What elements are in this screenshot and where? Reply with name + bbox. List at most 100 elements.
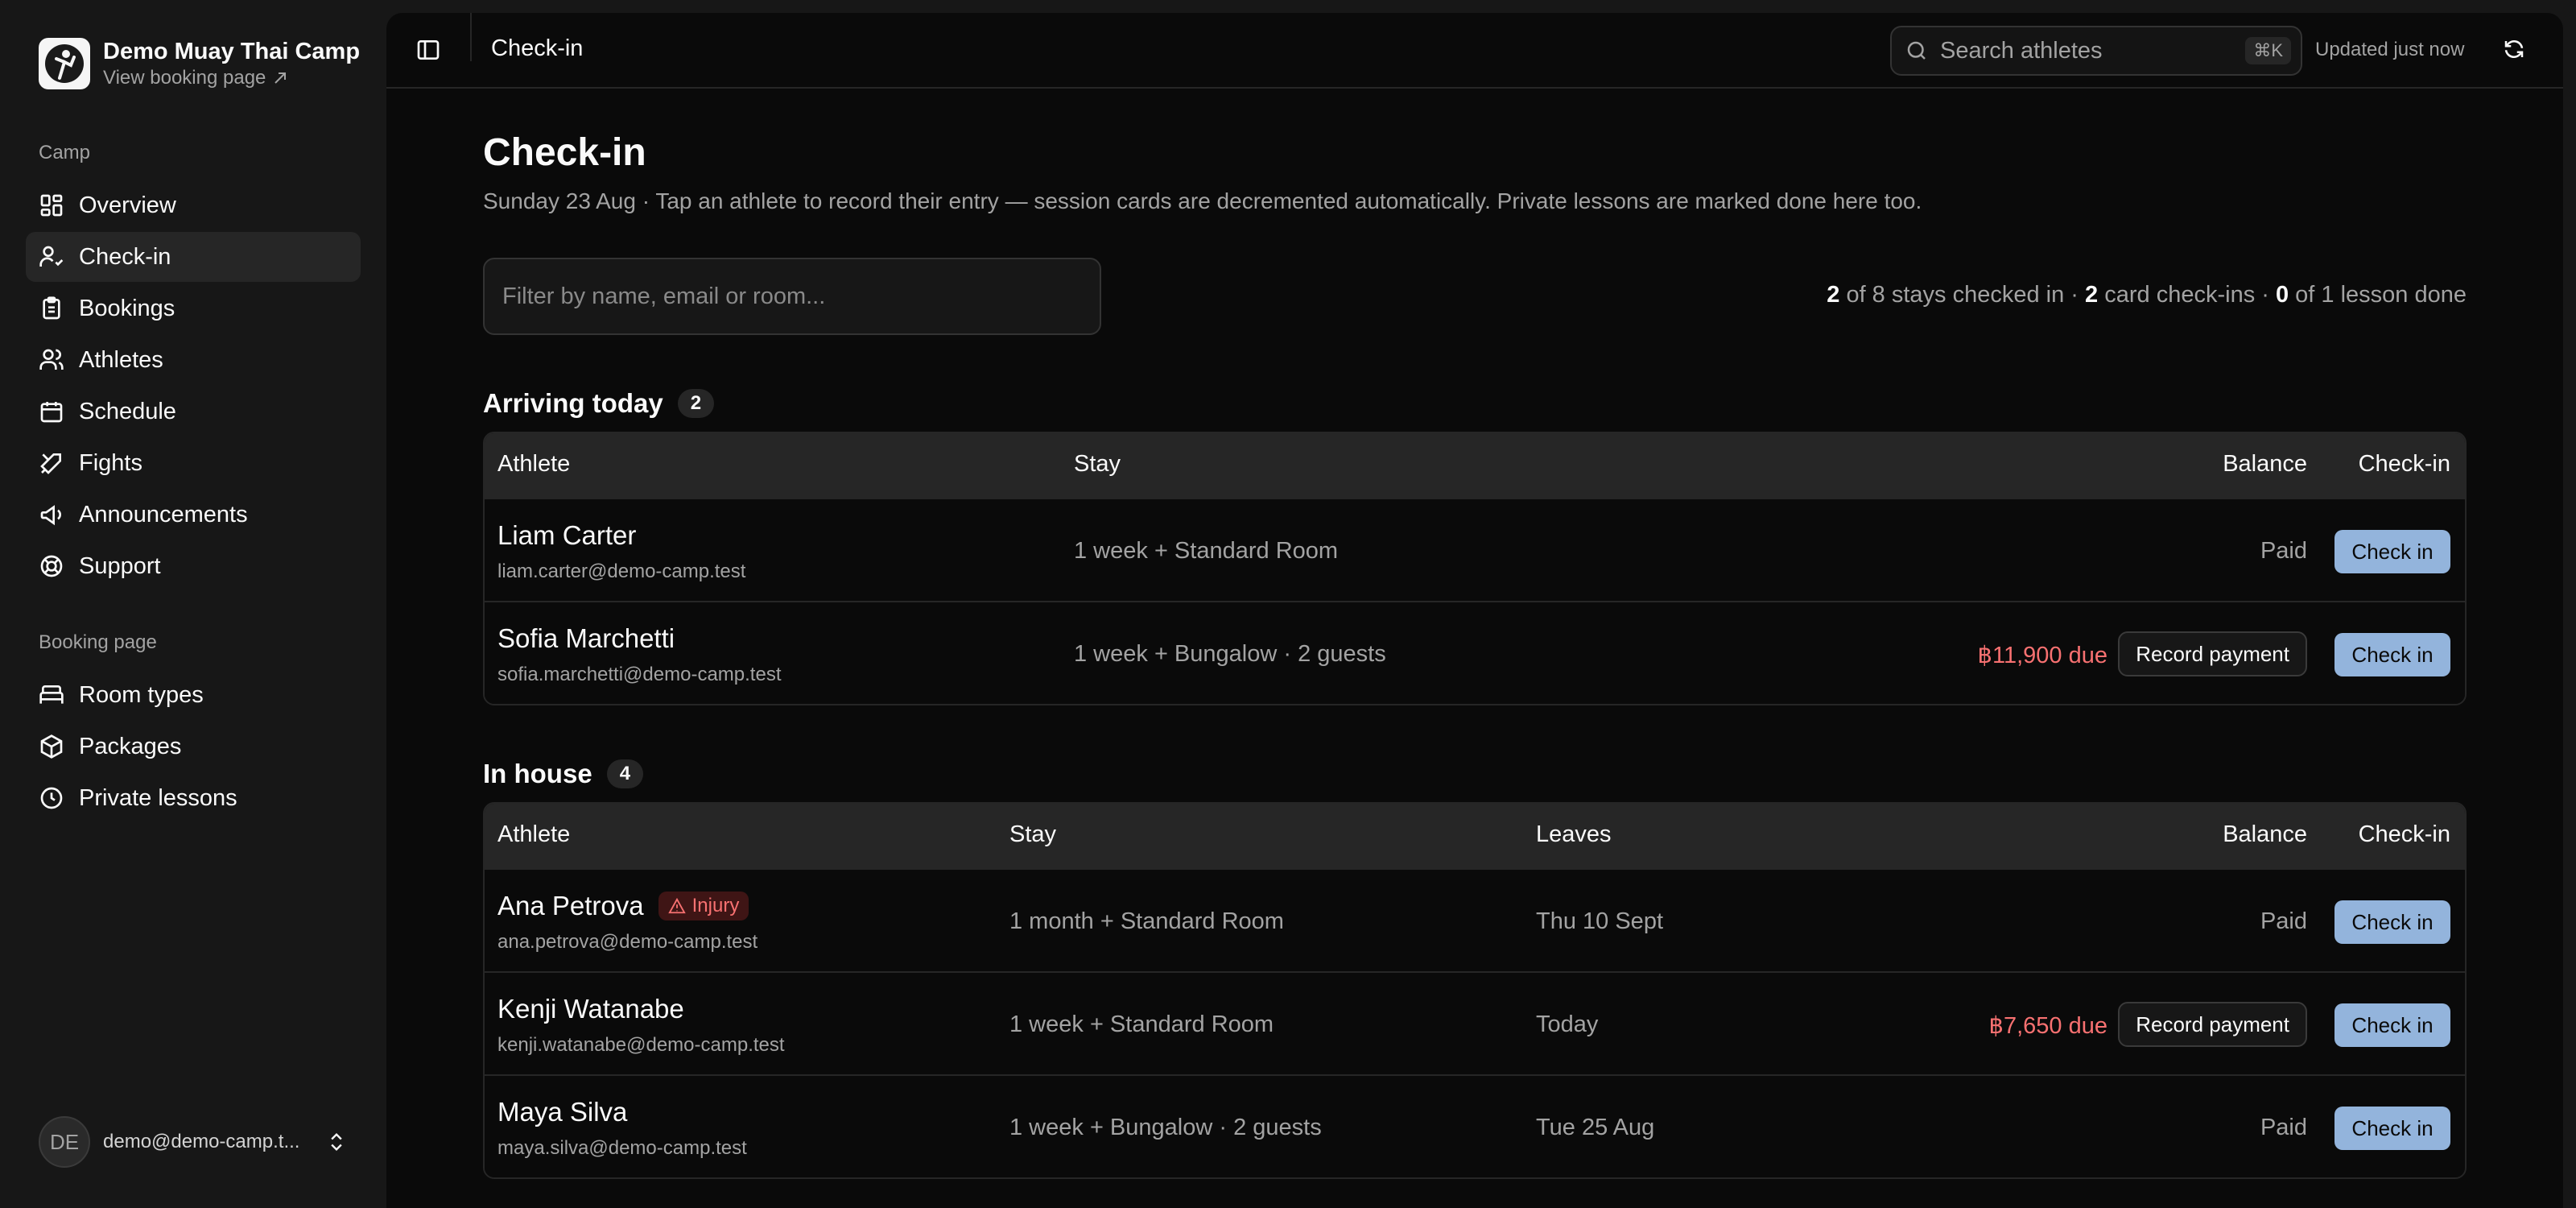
refresh-icon: [2504, 40, 2524, 58]
record-payment-button[interactable]: Record payment: [2118, 631, 2307, 676]
stays-text: of 8 stays checked in ·: [1846, 282, 2079, 308]
clipboard-icon: [43, 296, 60, 320]
col-balance: Balance: [2223, 451, 2307, 477]
topbar-title: Check-in: [491, 35, 584, 61]
arriving-today-heading: Arriving today 2: [483, 388, 715, 419]
col-stay: Stay: [1074, 451, 1121, 477]
camp-logo-icon: [39, 38, 90, 89]
nav-group-camp: Camp: [39, 142, 91, 163]
sidebar-item-schedule[interactable]: Schedule: [26, 387, 361, 436]
check-in-button[interactable]: Check in: [2334, 633, 2450, 676]
sidebar-item-fights[interactable]: Fights: [26, 438, 361, 488]
injury-badge: Injury: [658, 892, 749, 920]
filter-placeholder: Filter by name, email or room...: [502, 283, 826, 309]
lessons-done-count: 0: [2275, 282, 2289, 308]
sidebar-item-room-types[interactable]: Room types: [26, 670, 361, 720]
in-house-heading: In house 4: [483, 759, 644, 789]
table-row[interactable]: Ana Petrova Injury ana.petrova@demo-camp…: [485, 868, 2465, 971]
table-row[interactable]: Liam Carter liam.carter@demo-camp.test 1…: [485, 498, 2465, 601]
sidebar-item-label: Schedule: [79, 398, 176, 424]
check-in-button[interactable]: Check in: [2334, 1107, 2450, 1150]
lessons-text: of 1 lesson done: [2295, 282, 2467, 308]
sidebar-item-label: Room types: [79, 681, 204, 708]
record-payment-button[interactable]: Record payment: [2118, 1002, 2307, 1047]
calendar-icon: [40, 402, 63, 423]
view-booking-page-link[interactable]: View booking page: [103, 66, 360, 90]
package-icon: [40, 734, 63, 759]
check-in-button[interactable]: Check in: [2334, 530, 2450, 573]
bed-icon: [39, 685, 64, 704]
athlete-email: sofia.marchetti@demo-camp.test: [497, 664, 782, 685]
leaves: Tue 25 Aug: [1536, 1115, 1655, 1140]
page-subtitle: Sunday 23 Aug · Tap an athlete to record…: [483, 188, 1922, 213]
injury-label: Injury: [691, 895, 740, 916]
table-header: Athlete Stay Leaves Balance Check-in: [485, 804, 2465, 868]
table-header: Athlete Stay Balance Check-in: [485, 433, 2465, 498]
athlete-name: Liam Carter: [497, 520, 637, 550]
count-badge: 4: [606, 759, 644, 788]
in-house-table: Athlete Stay Leaves Balance Check-in Ana…: [483, 802, 2467, 1179]
brand[interactable]: Demo Muay Thai Camp View booking page: [39, 37, 360, 90]
checkin-stats: 2 of 8 stays checked in · 2 card check-i…: [1827, 282, 2467, 308]
toggle-sidebar-button[interactable]: [415, 37, 441, 68]
user-check-icon: [39, 246, 64, 267]
count-badge: 2: [677, 389, 715, 418]
sidebar-item-private-lessons[interactable]: Private lessons: [26, 773, 361, 823]
col-stay: Stay: [1009, 821, 1057, 847]
athlete-name: Sofia Marchetti: [497, 623, 675, 653]
updated-status: Updated just now: [2315, 39, 2465, 60]
users-icon: [39, 349, 64, 370]
sidebar-item-support[interactable]: Support: [26, 541, 361, 591]
card-text: card check-ins ·: [2104, 282, 2269, 308]
col-checkin: Check-in: [2358, 821, 2450, 847]
sidebar-item-check-in[interactable]: Check-in: [26, 232, 361, 282]
sidebar-item-athletes[interactable]: Athletes: [26, 335, 361, 385]
athlete-name: Maya Silva: [497, 1097, 628, 1127]
check-in-button[interactable]: Check in: [2334, 1003, 2450, 1047]
nav-group-booking-page: Booking page: [39, 631, 157, 653]
sidebar-item-label: Private lessons: [79, 784, 237, 811]
col-athlete: Athlete: [497, 821, 571, 847]
check-in-button[interactable]: Check in: [2334, 900, 2450, 944]
table-row[interactable]: Sofia Marchetti sofia.marchetti@demo-cam…: [485, 601, 2465, 704]
leaves: Today: [1536, 1011, 1599, 1037]
athlete-email: maya.silva@demo-camp.test: [497, 1137, 747, 1159]
sidebar-item-packages[interactable]: Packages: [26, 722, 361, 772]
sidebar-item-bookings[interactable]: Bookings: [26, 283, 361, 333]
search-placeholder: Search athletes: [1940, 37, 2103, 64]
sidebar-item-announcements[interactable]: Announcements: [26, 490, 361, 540]
table-row[interactable]: Kenji Watanabe kenji.watanabe@demo-camp.…: [485, 971, 2465, 1074]
search-shortcut-badge: ⌘K: [2245, 37, 2291, 64]
balance-due: ฿7,650 due: [1988, 1013, 2107, 1039]
sidebar-item-label: Support: [79, 552, 161, 579]
col-balance: Balance: [2223, 821, 2307, 847]
sidebar-item-label: Check-in: [79, 243, 171, 270]
stay: 1 week + Standard Room: [1074, 538, 1339, 564]
sidebar-item-label: Announcements: [79, 501, 248, 527]
arriving-table: Athlete Stay Balance Check-in Liam Carte…: [483, 432, 2467, 705]
sidebar-item-label: Overview: [79, 192, 176, 218]
user-menu[interactable]: DE demo@demo-camp.t...: [39, 1116, 348, 1168]
stays-checked-count: 2: [1827, 282, 1840, 308]
sidebar-item-label: Packages: [79, 733, 182, 759]
camp-nav: Overview Check-in Bookings Athletes Sche…: [26, 180, 361, 593]
chevrons-up-down-icon: [331, 1133, 342, 1151]
grid-icon: [40, 194, 63, 217]
section-title: Arriving today: [483, 388, 663, 418]
col-leaves: Leaves: [1536, 821, 1612, 847]
main-panel: Check-in Search athletes ⌘K Updated just…: [386, 13, 2563, 1208]
clock-icon: [40, 787, 63, 809]
table-row[interactable]: Maya Silva maya.silva@demo-camp.test 1 w…: [485, 1074, 2465, 1177]
megaphone-icon: [40, 505, 61, 526]
refresh-button[interactable]: [2502, 37, 2526, 67]
balance-paid: Paid: [2260, 538, 2307, 564]
balance-paid: Paid: [2260, 1115, 2307, 1140]
stay: 1 week + Bungalow · 2 guests: [1009, 1115, 1322, 1140]
search-input[interactable]: Search athletes ⌘K: [1890, 26, 2302, 76]
topbar-divider: [470, 13, 472, 61]
lifebuoy-icon: [40, 555, 63, 577]
booking-nav: Room types Packages Private lessons: [26, 670, 361, 825]
col-athlete: Athlete: [497, 451, 571, 477]
filter-input[interactable]: Filter by name, email or room...: [483, 258, 1101, 335]
sidebar-item-overview[interactable]: Overview: [26, 180, 361, 230]
